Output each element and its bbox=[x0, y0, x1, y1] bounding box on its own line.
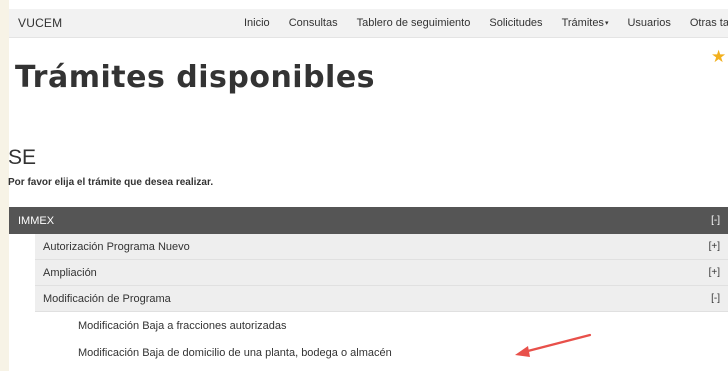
star-icon[interactable]: ★ bbox=[711, 48, 726, 65]
tree-row-immex[interactable]: IMMEX [-] bbox=[9, 207, 728, 234]
nav-item-inicio[interactable]: Inicio bbox=[244, 9, 270, 37]
expand-toggle[interactable]: [+] bbox=[709, 241, 720, 252]
nav-item-tramites[interactable]: Trámites▾ bbox=[562, 9, 609, 37]
tree-row-ampliacion[interactable]: Ampliación [+] bbox=[35, 260, 728, 286]
chevron-down-icon: ▾ bbox=[604, 20, 609, 27]
tree-row-modificacion-programa[interactable]: Modificación de Programa [-] bbox=[35, 286, 728, 312]
expand-toggle[interactable]: [+] bbox=[709, 267, 720, 278]
collapse-toggle[interactable]: [-] bbox=[711, 293, 720, 304]
nav-item-usuarios[interactable]: Usuarios bbox=[627, 9, 670, 37]
brand-logo[interactable]: VUCEM bbox=[18, 16, 62, 30]
nav-item-consultas[interactable]: Consultas bbox=[289, 9, 338, 37]
tree-row-label: Modificación de Programa bbox=[43, 292, 171, 305]
tree-row-autorizacion[interactable]: Autorización Programa Nuevo [+] bbox=[35, 234, 728, 260]
section-title: SE bbox=[8, 146, 37, 169]
instructions-text: Por favor elija el trámite que desea rea… bbox=[8, 177, 214, 188]
page-title: Trámites disponibles bbox=[15, 60, 376, 95]
nav-item-otras-tareas[interactable]: Otras tareas bbox=[690, 9, 728, 37]
tree-row-label: IMMEX bbox=[18, 214, 55, 227]
tree-leaf-baja-domicilio[interactable]: Modificación Baja de domicilio de una pl… bbox=[70, 340, 728, 366]
nav-menu: Inicio Consultas Tablero de seguimiento … bbox=[244, 9, 728, 37]
tree-row-label: Ampliación bbox=[43, 266, 97, 279]
nav-item-tablero[interactable]: Tablero de seguimiento bbox=[357, 9, 471, 37]
tree-row-label: Autorización Programa Nuevo bbox=[43, 240, 190, 253]
nav-item-tramites-label: Trámites bbox=[561, 17, 604, 29]
top-navbar: VUCEM Inicio Consultas Tablero de seguim… bbox=[9, 9, 728, 38]
nav-item-solicitudes[interactable]: Solicitudes bbox=[489, 9, 542, 37]
tree-leaf-baja-fracciones[interactable]: Modificación Baja a fracciones autorizad… bbox=[70, 313, 728, 339]
annotation-arrow-icon bbox=[515, 333, 592, 357]
collapse-toggle[interactable]: [-] bbox=[711, 215, 720, 226]
tree-leaf-label[interactable]: Modificación Baja a fracciones autorizad… bbox=[78, 320, 287, 332]
tree-leaf-label[interactable]: Modificación Baja de domicilio de una pl… bbox=[78, 347, 392, 359]
